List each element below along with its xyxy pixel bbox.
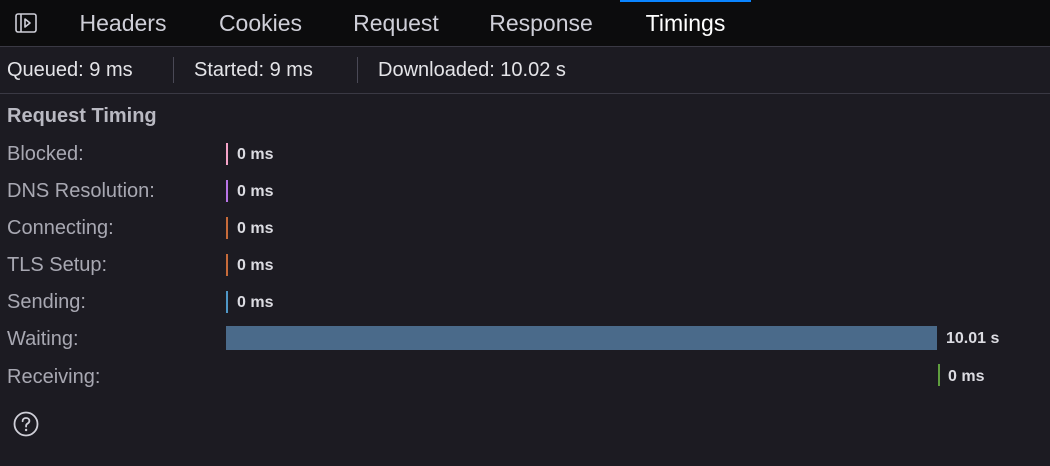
queued-time: Queued: 9 ms: [7, 59, 133, 81]
blocked-bar: [226, 143, 228, 165]
receiving-value: 0 ms: [948, 368, 985, 385]
dns-resolution-label: DNS Resolution:: [7, 180, 155, 202]
sidebar-toggle-icon[interactable]: [14, 11, 38, 35]
tab-bar: Headers Cookies Request Response Timings: [0, 0, 1050, 47]
dns-resolution-value: 0 ms: [237, 183, 274, 200]
sending-bar: [226, 291, 228, 313]
timing-summary: Queued: 9 ms Started: 9 ms Downloaded: 1…: [0, 47, 1050, 94]
blocked-label: Blocked:: [7, 143, 84, 165]
started-time: Started: 9 ms: [194, 59, 313, 81]
tab-timings[interactable]: Timings: [620, 0, 751, 46]
connecting-bar: [226, 217, 228, 239]
tab-request[interactable]: Request: [336, 0, 456, 46]
downloaded-time: Downloaded: 10.02 s: [378, 59, 566, 81]
section-title: Request Timing: [7, 105, 157, 127]
waiting-value: 10.01 s: [946, 330, 1000, 347]
tab-cookies[interactable]: Cookies: [202, 0, 319, 46]
tab-headers[interactable]: Headers: [62, 0, 184, 46]
dns-resolution-bar: [226, 180, 228, 202]
waiting-label: Waiting:: [7, 328, 79, 350]
blocked-value: 0 ms: [237, 146, 274, 163]
waiting-bar: [226, 326, 937, 350]
receiving-bar: [938, 364, 940, 386]
receiving-label: Receiving:: [7, 366, 101, 388]
connecting-label: Connecting:: [7, 217, 114, 239]
sending-value: 0 ms: [237, 294, 274, 311]
help-icon[interactable]: [13, 411, 39, 437]
summary-divider: [357, 57, 358, 83]
summary-divider: [173, 57, 174, 83]
tab-response[interactable]: Response: [472, 0, 610, 46]
tls-setup-bar: [226, 254, 228, 276]
sending-label: Sending:: [7, 291, 86, 313]
tls-setup-label: TLS Setup:: [7, 254, 108, 276]
connecting-value: 0 ms: [237, 220, 274, 237]
tls-setup-value: 0 ms: [237, 257, 274, 274]
